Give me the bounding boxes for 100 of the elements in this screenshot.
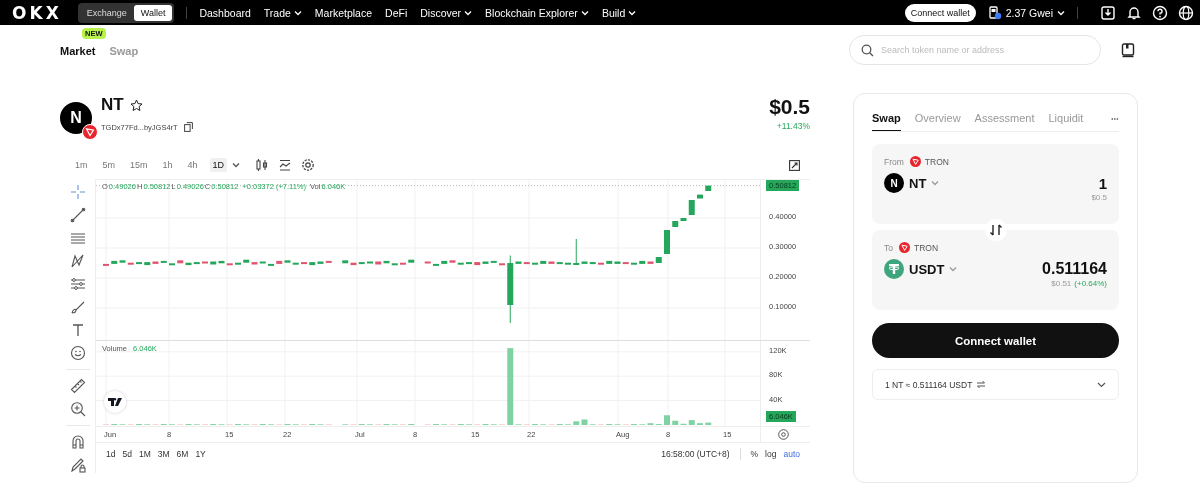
help-icon[interactable]: [1152, 4, 1168, 21]
candle: [235, 262, 241, 265]
side-label: From: [884, 156, 904, 167]
caret-icon[interactable]: [232, 161, 241, 169]
range-button[interactable]: 6M: [176, 449, 189, 459]
tron-icon: [899, 242, 910, 253]
connect-wallet-button[interactable]: Connect wallet: [904, 3, 976, 22]
mode-tab[interactable]: Exchange: [79, 4, 134, 21]
price-change: +11.43%: [776, 121, 810, 131]
interval-button[interactable]: 1h: [159, 158, 176, 172]
interval-button[interactable]: 1m: [72, 158, 91, 172]
exchange-rate-row[interactable]: 1 NT ≈ 0.511164 USDT: [872, 369, 1119, 400]
interval-button[interactable]: 4h: [184, 158, 201, 172]
nav-link[interactable]: Trade: [263, 6, 302, 19]
candle: [169, 263, 175, 266]
interval-button[interactable]: 5m: [99, 158, 119, 172]
token-selector[interactable]: N NT: [884, 173, 940, 193]
nav-link[interactable]: Marketplace: [314, 6, 373, 19]
usd-value: $0.51: [1051, 279, 1072, 288]
interval-button[interactable]: 15m: [127, 158, 151, 172]
zoom-in-icon[interactable]: [69, 401, 86, 417]
nav-link[interactable]: Blockchain Explorer: [485, 6, 589, 19]
candle: [466, 262, 472, 265]
brush-icon[interactable]: [69, 299, 86, 315]
indicator-icon[interactable]: [278, 158, 293, 172]
caret-icon: [949, 265, 958, 273]
pencil-lock-icon[interactable]: [69, 457, 86, 473]
scale-button[interactable]: auto: [783, 449, 800, 459]
nav-link[interactable]: DeFi: [385, 6, 408, 19]
nav-link[interactable]: Build: [601, 6, 637, 19]
candle: [697, 194, 703, 199]
swap-arrows-icon[interactable]: [984, 219, 1007, 241]
fullscreen-icon[interactable]: [789, 159, 800, 171]
tron-icon: [909, 156, 921, 167]
logo[interactable]: OKX: [12, 2, 62, 23]
exchange-rate: 1 NT ≈ 0.511164 USDT: [885, 379, 973, 390]
tv-mark-icon: [108, 398, 122, 406]
candle: [499, 263, 505, 266]
candle: [565, 262, 571, 265]
download-icon[interactable]: [1100, 4, 1116, 21]
token-selector[interactable]: USDT: [884, 259, 958, 279]
volume-bar: [705, 422, 712, 425]
candle: [705, 185, 712, 191]
connect-wallet-button[interactable]: Connect wallet: [872, 323, 1119, 358]
candle: [367, 261, 373, 264]
gas-price[interactable]: 2.37 Gwei: [987, 5, 1065, 20]
candle: [202, 261, 208, 264]
token-avatar: N: [60, 102, 92, 134]
scale-button[interactable]: %: [750, 449, 759, 459]
search-icon: [861, 44, 874, 57]
pattern-icon[interactable]: [69, 253, 86, 269]
candle: [136, 262, 142, 265]
candle: [433, 263, 439, 266]
star-icon[interactable]: [129, 98, 143, 112]
token-price: $0.5: [769, 95, 810, 119]
ruler-icon[interactable]: [69, 378, 86, 394]
caret-icon: [931, 179, 940, 187]
nav-link[interactable]: Dashboard: [199, 6, 251, 19]
candle: [301, 262, 307, 265]
book-icon[interactable]: [1121, 42, 1135, 58]
range-button[interactable]: 3M: [157, 449, 170, 459]
amount: 1: [1098, 174, 1107, 192]
panel-tab[interactable]: Swap: [872, 107, 901, 131]
range-button[interactable]: 1M: [138, 449, 151, 459]
settings-icon[interactable]: [301, 158, 316, 172]
tron-icon: [82, 124, 98, 140]
mode-tab[interactable]: Wallet: [133, 4, 173, 21]
range-button[interactable]: 1d: [106, 449, 116, 459]
usd-value: $0.5: [1091, 193, 1107, 202]
candle: [598, 262, 604, 265]
range-button[interactable]: 1Y: [195, 449, 206, 459]
refresh-icon[interactable]: [976, 380, 987, 389]
candle: [400, 262, 406, 265]
globe-icon[interactable]: [1178, 4, 1194, 21]
volume-bar: [664, 415, 670, 425]
more-icon[interactable]: [1111, 117, 1119, 121]
page-tab[interactable]: Market: [60, 45, 96, 57]
scale-button[interactable]: log: [765, 449, 777, 459]
gas-pump-icon: [987, 5, 1002, 20]
chevron-down-icon[interactable]: [1097, 381, 1106, 388]
candle: [424, 261, 431, 264]
candle: [532, 262, 538, 265]
copy-icon[interactable]: [183, 122, 193, 132]
candle: [664, 230, 670, 254]
value-change: (+0.64%): [1074, 279, 1107, 288]
range-button[interactable]: 5d: [122, 449, 132, 459]
magnet-icon[interactable]: [69, 434, 86, 450]
nav-link[interactable]: Discover: [420, 6, 473, 19]
sliders-icon[interactable]: [69, 276, 86, 292]
chain-name: TRON: [924, 156, 949, 167]
bell-icon[interactable]: [1126, 4, 1142, 21]
candles-icon[interactable]: [255, 158, 270, 172]
candle: [103, 263, 109, 266]
trend-line-icon[interactable]: [69, 207, 86, 223]
candle: [408, 259, 415, 263]
search-field[interactable]: Search token name or address: [849, 35, 1101, 65]
interval-button[interactable]: 1D: [209, 158, 228, 172]
tradingview-logo[interactable]: [104, 391, 126, 413]
side-label: To: [884, 242, 893, 253]
smiley-icon[interactable]: [69, 345, 86, 361]
